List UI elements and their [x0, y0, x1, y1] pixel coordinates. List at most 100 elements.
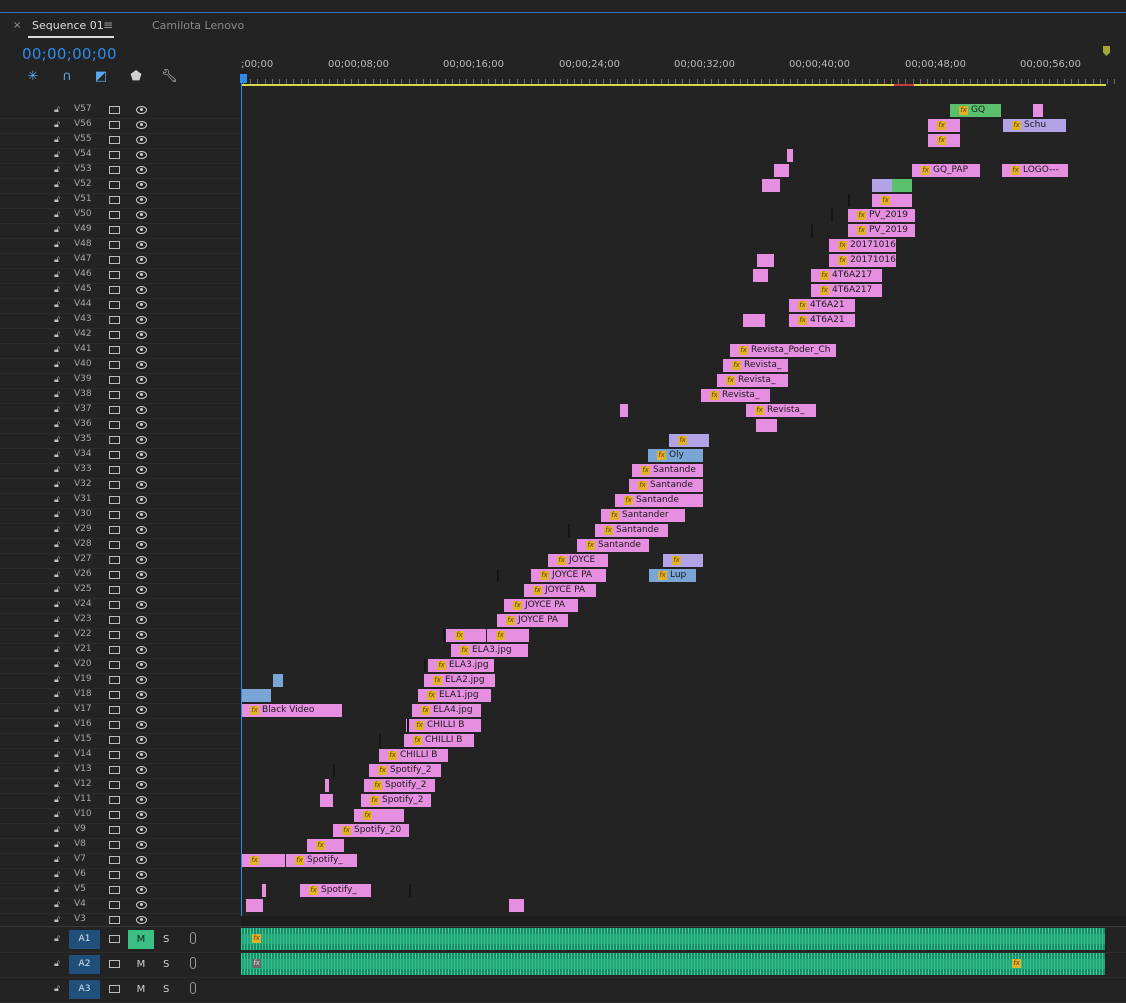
clip[interactable]: fx ELA3.jpg [451, 644, 528, 657]
lock-icon[interactable]: 🔓︎ [54, 720, 63, 730]
lock-icon[interactable]: 🔓︎ [54, 570, 63, 580]
mute-button[interactable]: M [128, 955, 154, 974]
clip[interactable]: fx JOYCE PA [504, 599, 578, 612]
clip[interactable]: fx 4T6A21 [789, 299, 855, 312]
video-track-lane[interactable]: fx CHILLI B [241, 718, 1126, 734]
lock-icon[interactable]: 🔓︎ [54, 959, 60, 969]
eye-icon[interactable] [136, 346, 147, 354]
lock-icon[interactable]: 🔓︎ [54, 225, 63, 235]
eye-icon[interactable] [136, 721, 147, 729]
video-track-lane[interactable]: fx Spotify_2 [241, 793, 1126, 809]
eye-icon[interactable] [136, 136, 147, 144]
tab-sequence-01[interactable]: Sequence 01 [32, 19, 104, 32]
lock-icon[interactable]: 🔓︎ [54, 105, 63, 115]
lock-icon[interactable]: 🔓︎ [54, 540, 63, 550]
eye-icon[interactable] [136, 751, 147, 759]
video-track-lane[interactable]: fx PV_2019 [241, 208, 1126, 224]
eye-icon[interactable] [136, 781, 147, 789]
clip[interactable]: fx [241, 854, 285, 867]
lock-icon[interactable]: 🔓︎ [54, 420, 63, 430]
sync-lock-icon[interactable] [109, 841, 120, 849]
clip[interactable]: fx Spotify_ [300, 884, 371, 897]
sync-lock-icon[interactable] [109, 421, 120, 429]
sync-lock-icon[interactable] [109, 121, 120, 129]
video-track-lane[interactable]: fx Spotify_ [241, 883, 1126, 899]
audio-track-label[interactable]: A1 [69, 930, 100, 949]
clip[interactable]: fx [354, 809, 404, 822]
lock-icon[interactable]: 🔓︎ [54, 480, 63, 490]
clip[interactable]: fx Spotify_2 [361, 794, 431, 807]
clip[interactable]: fx JOYCE PA [497, 614, 568, 627]
eye-icon[interactable] [136, 631, 147, 639]
video-track-lane[interactable]: fx JOYCE fx [241, 553, 1126, 569]
playhead-handle[interactable] [240, 74, 247, 83]
clip[interactable]: fx [663, 554, 703, 567]
eye-icon[interactable] [136, 766, 147, 774]
eye-icon[interactable] [136, 196, 147, 204]
audio-track-label[interactable]: A3 [69, 980, 100, 999]
video-track-lane[interactable]: fx JOYCE PA [241, 583, 1126, 599]
eye-icon[interactable] [136, 691, 147, 699]
clip[interactable]: fx Santande [632, 464, 703, 477]
clip[interactable]: fx Black Video [241, 704, 342, 717]
clip[interactable]: fx [487, 629, 529, 642]
clip[interactable]: fx Schu [1003, 119, 1066, 132]
video-track-lane[interactable]: fx GQ_PAP fx LOGO--- [241, 163, 1126, 179]
lock-icon[interactable]: 🔓︎ [54, 615, 63, 625]
clip[interactable]: fx JOYCE PA [524, 584, 596, 597]
sync-lock-icon[interactable] [109, 286, 120, 294]
clip[interactable]: fx Spotify_2 [369, 764, 441, 777]
lock-icon[interactable]: 🔓︎ [54, 510, 63, 520]
clip-fragment[interactable] [246, 899, 263, 912]
eye-icon[interactable] [136, 541, 147, 549]
lock-icon[interactable]: 🔓︎ [54, 165, 63, 175]
sync-lock-icon[interactable] [109, 766, 120, 774]
video-track-lane[interactable]: fx ELA1.jpg [241, 688, 1126, 704]
video-track-lane[interactable]: fx 4T6A217 [241, 268, 1126, 284]
lock-icon[interactable]: 🔓︎ [54, 825, 63, 835]
solo-button[interactable]: S [163, 930, 169, 949]
eye-icon[interactable] [136, 271, 147, 279]
clip[interactable]: fx LOGO--- [1002, 164, 1068, 177]
sync-lock-icon[interactable] [109, 376, 120, 384]
eye-icon[interactable] [136, 241, 147, 249]
clip-fragment[interactable] [262, 884, 266, 897]
sync-lock-icon[interactable] [109, 481, 120, 489]
video-track-lane[interactable]: fx [241, 133, 1126, 149]
sync-lock-icon[interactable] [109, 241, 120, 249]
eye-icon[interactable] [136, 706, 147, 714]
lock-icon[interactable]: 🔓︎ [54, 675, 63, 685]
lock-icon[interactable]: 🔓︎ [54, 870, 63, 880]
eye-icon[interactable] [136, 361, 147, 369]
eye-icon[interactable] [136, 601, 147, 609]
add-marker-icon[interactable]: ◩ [93, 69, 109, 85]
clip[interactable]: fx Spotify_20 [333, 824, 409, 837]
eye-icon[interactable] [136, 826, 147, 834]
clip[interactable]: fx CHILLI B [379, 749, 448, 762]
video-track-lane[interactable] [241, 148, 1126, 164]
eye-icon[interactable] [136, 406, 147, 414]
lock-icon[interactable]: 🔓︎ [54, 375, 63, 385]
lock-icon[interactable]: 🔓︎ [54, 465, 63, 475]
audio-clip[interactable]: fx fx [241, 953, 1105, 975]
eye-icon[interactable] [136, 661, 147, 669]
lock-icon[interactable]: 🔓︎ [54, 585, 63, 595]
playhead-timecode[interactable]: 00;00;00;00 [22, 45, 117, 63]
eye-icon[interactable] [136, 556, 147, 564]
sync-lock-icon[interactable] [109, 871, 120, 879]
eye-icon[interactable] [136, 571, 147, 579]
audio-track-label[interactable]: A2 [69, 955, 100, 974]
eye-icon[interactable] [136, 796, 147, 804]
sync-lock-icon[interactable] [109, 391, 120, 399]
clip[interactable]: fx Santander [601, 509, 685, 522]
microphone-icon[interactable] [190, 982, 196, 994]
mute-button[interactable]: M [128, 980, 154, 999]
clip[interactable]: fx Santande [577, 539, 649, 552]
lock-icon[interactable]: 🔓︎ [54, 984, 60, 994]
video-track-lane[interactable]: fx Spotify_20 [241, 823, 1126, 839]
sync-lock-icon[interactable] [109, 751, 120, 759]
sync-lock-icon[interactable] [109, 451, 120, 459]
video-track-lane[interactable]: fx Black Video fx ELA4.jpg [241, 703, 1126, 719]
video-track-lane[interactable]: fx Oly [241, 448, 1126, 464]
clip[interactable]: fx [446, 629, 486, 642]
